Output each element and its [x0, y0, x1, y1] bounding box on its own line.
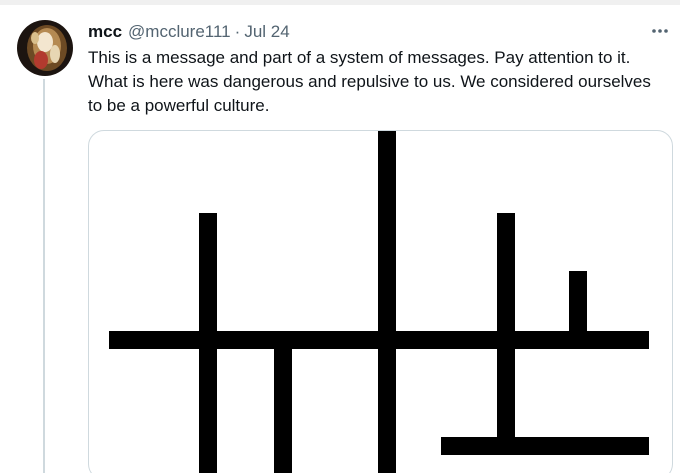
avatar[interactable] — [17, 20, 73, 76]
glyph-post-4 — [497, 213, 515, 439]
glyph-post-5 — [569, 271, 587, 339]
glyph-post-1 — [199, 213, 217, 473]
glyph-post-2 — [274, 331, 292, 473]
tweet-header: mcc @mcclure111 · Jul 24 — [88, 21, 290, 43]
tweet-text: This is a message and part of a system o… — [88, 48, 651, 115]
tweet-media[interactable] — [88, 130, 673, 473]
header-separator: · — [234, 22, 241, 41]
thread-line — [43, 79, 45, 473]
author-name[interactable]: mcc — [88, 21, 122, 43]
author-handle[interactable]: @mcclure111 — [128, 21, 231, 43]
avatar-image — [17, 20, 73, 76]
glyph-base-bar — [441, 437, 649, 455]
tweet-date[interactable]: Jul 24 — [244, 21, 289, 43]
more-options-button[interactable] — [647, 20, 673, 42]
glyph-image — [109, 131, 649, 473]
glyph-post-3 — [378, 131, 396, 473]
top-strip — [0, 0, 680, 5]
more-horizontal-icon — [652, 29, 668, 33]
